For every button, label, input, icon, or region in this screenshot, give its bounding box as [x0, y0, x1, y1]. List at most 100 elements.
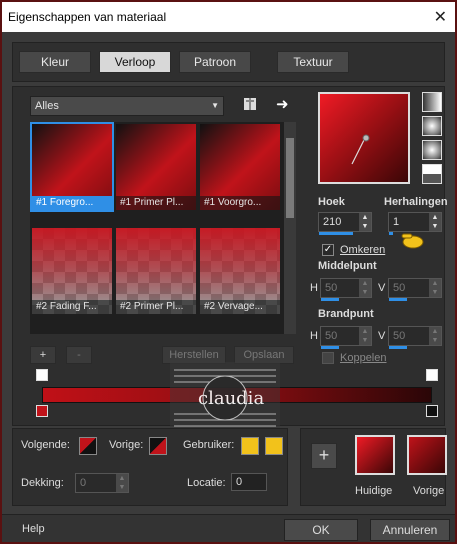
previous-swatch[interactable]: [407, 435, 447, 475]
angle-value: 210: [323, 216, 342, 228]
radial-style-icon[interactable]: [422, 140, 442, 160]
gradient-fade: [200, 228, 280, 300]
tab-bar: Kleur Verloop Patroon Textuur: [12, 42, 445, 82]
focal-label: Brandpunt: [318, 308, 374, 320]
angle-handle-icon[interactable]: [320, 94, 408, 182]
gradient-preview[interactable]: [318, 92, 410, 184]
angle-slider[interactable]: [319, 232, 353, 235]
cancel-button[interactable]: Annuleren: [370, 519, 450, 541]
center-v-label: V: [378, 282, 386, 294]
gradient-thumb[interactable]: #2 Primer Pl...: [116, 228, 196, 314]
center-h-spinner[interactable]: 50 ▲ ▼: [320, 278, 372, 301]
center-h-slider[interactable]: [321, 298, 339, 301]
color-stop-icon[interactable]: [36, 405, 48, 417]
spinner-arrows-icon[interactable]: ▲ ▼: [429, 213, 441, 231]
user-label: Gebruiker:: [183, 439, 235, 451]
focal-v-slider[interactable]: [389, 346, 407, 349]
focal-h-slider[interactable]: [321, 346, 339, 349]
next-swatch[interactable]: [79, 437, 97, 455]
invert-label: Omkeren: [340, 244, 386, 256]
spinner-arrows-icon[interactable]: ▲ ▼: [359, 279, 371, 297]
gradient-caption: #2 Vervage...: [200, 300, 280, 314]
pointing-hand-icon: [400, 230, 426, 250]
user-swatch-2[interactable]: [265, 437, 283, 455]
prev-label: Vorige:: [109, 439, 144, 451]
tab-verloop[interactable]: Verloop: [99, 51, 171, 73]
help-link[interactable]: Help: [22, 523, 45, 535]
spinner-arrows-icon[interactable]: ▲ ▼: [429, 279, 441, 297]
gradient-caption: #1 Voorgro...: [200, 196, 280, 210]
add-gradient-button[interactable]: +: [30, 346, 56, 364]
angle-label: Hoek: [318, 196, 345, 208]
tab-patroon[interactable]: Patroon: [179, 51, 251, 73]
gradient-caption: #2 Fading F...: [32, 300, 112, 314]
add-swatch-button[interactable]: +: [311, 443, 337, 469]
gradient-thumb[interactable]: #2 Fading F...: [32, 228, 112, 314]
stop-properties-panel: Volgende: Vorige: Gebruiker: Dekking: 0 …: [12, 428, 288, 506]
gradient-thumb[interactable]: #1 Primer Pl...: [116, 124, 196, 210]
center-v-slider[interactable]: [389, 298, 407, 301]
angle-spinner[interactable]: 210 ▲ ▼: [318, 212, 372, 235]
gradient-grid: #1 Foregro... #1 Primer Pl... #1 Voorgro…: [30, 122, 296, 334]
tab-kleur[interactable]: Kleur: [19, 51, 91, 73]
gradient-caption: #1 Primer Pl...: [116, 196, 196, 210]
spinner-arrows-icon[interactable]: ▲ ▼: [429, 327, 441, 345]
book-icon[interactable]: [242, 96, 258, 112]
opacity-spinner[interactable]: 0 ▲ ▼: [75, 473, 129, 493]
focal-v-spinner[interactable]: 50 ▲ ▼: [388, 326, 442, 349]
location-input[interactable]: 0: [231, 473, 267, 491]
prev-swatch[interactable]: [149, 437, 167, 455]
opacity-stop-icon[interactable]: [36, 369, 48, 381]
link-checkbox[interactable]: [322, 352, 334, 364]
arrow-right-icon[interactable]: ➜: [276, 95, 294, 113]
repeats-value: 1: [393, 216, 400, 228]
center-label: Middelpunt: [318, 260, 377, 272]
center-v-value: 50: [393, 282, 406, 294]
tab-textuur[interactable]: Textuur: [277, 51, 349, 73]
gradient-fade: [116, 228, 196, 300]
remove-gradient-button[interactable]: -: [66, 346, 92, 364]
watermark-logo: claudia: [170, 362, 280, 434]
user-swatch-1[interactable]: [241, 437, 259, 455]
focal-h-value: 50: [325, 330, 338, 342]
grid-scrollbar[interactable]: [284, 122, 296, 334]
sunburst-style-icon[interactable]: [422, 164, 442, 184]
ok-button[interactable]: OK: [284, 519, 358, 541]
dialog-footer: Help OK Annuleren: [2, 514, 455, 542]
category-dropdown[interactable]: Alles ▼: [30, 96, 224, 116]
focal-h-spinner[interactable]: 50 ▲ ▼: [320, 326, 372, 349]
gradient-fade: [32, 228, 112, 300]
repeats-spinner[interactable]: 1 ▲ ▼: [388, 212, 442, 235]
next-label: Volgende:: [21, 439, 70, 451]
spinner-arrows-icon[interactable]: ▲ ▼: [116, 474, 128, 492]
location-label: Locatie:: [187, 477, 226, 489]
center-h-label: H: [310, 282, 318, 294]
material-properties-dialog: Eigenschappen van materiaal ✕ Kleur Verl…: [0, 0, 457, 544]
gradient-thumb[interactable]: #2 Vervage...: [200, 228, 280, 314]
category-value: Alles: [35, 100, 59, 112]
invert-checkbox[interactable]: ✓: [322, 244, 334, 256]
gradient-thumb[interactable]: #1 Foregro...: [30, 122, 114, 212]
opacity-stop-icon[interactable]: [426, 369, 438, 381]
watermark-text: claudia: [198, 388, 265, 409]
previous-label: Vorige: [413, 485, 445, 497]
gradient-caption: #2 Primer Pl...: [116, 300, 196, 314]
rectangular-style-icon[interactable]: [422, 116, 442, 136]
gradient-thumb[interactable]: #1 Voorgro...: [200, 124, 280, 210]
color-stop-icon[interactable]: [426, 405, 438, 417]
focal-h-label: H: [310, 330, 318, 342]
current-label: Huidige: [355, 485, 393, 497]
close-icon[interactable]: ✕: [434, 7, 447, 27]
chevron-down-icon: ▼: [211, 101, 219, 110]
spinner-arrows-icon[interactable]: ▲ ▼: [359, 213, 371, 231]
scrollbar-thumb[interactable]: [286, 138, 294, 218]
current-swatch[interactable]: [355, 435, 395, 475]
linear-style-icon[interactable]: [422, 92, 442, 112]
repeats-label: Herhalingen: [384, 196, 448, 208]
opacity-label: Dekking:: [21, 477, 64, 489]
opacity-value: 0: [80, 477, 87, 489]
repeats-slider[interactable]: [389, 232, 393, 235]
spinner-arrows-icon[interactable]: ▲ ▼: [359, 327, 371, 345]
gradient-caption: #1 Foregro...: [32, 196, 112, 210]
center-v-spinner[interactable]: 50 ▲ ▼: [388, 278, 442, 301]
